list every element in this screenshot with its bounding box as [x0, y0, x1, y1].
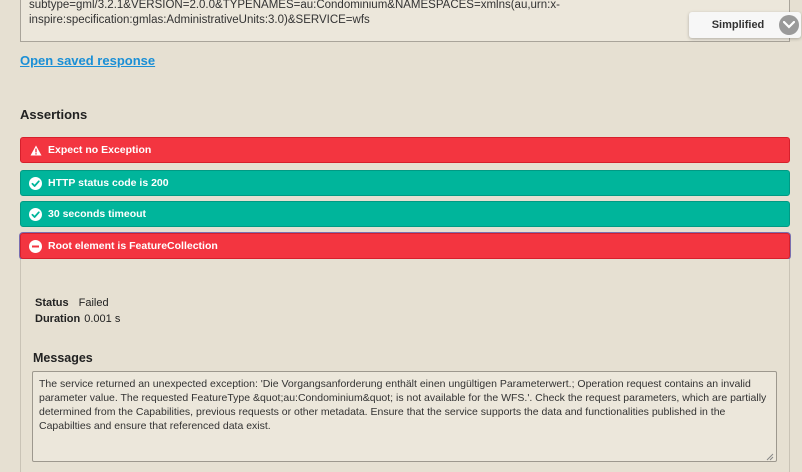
minus-circle-icon [29, 239, 42, 253]
chevron-down-icon[interactable] [779, 15, 799, 35]
assertion-label: 30 seconds timeout [48, 208, 147, 220]
assertion-label: Expect no Exception [48, 144, 152, 156]
check-circle-icon [29, 207, 42, 221]
status-row: Status Failed [35, 297, 109, 309]
view-mode-select[interactable]: Simplified [689, 12, 801, 38]
duration-row: Duration 0.001 s [35, 313, 120, 325]
status-value: Failed [78, 297, 109, 309]
view-mode-label: Simplified [711, 19, 765, 31]
assertion-label: HTTP status code is 200 [48, 177, 169, 189]
message-text: The service returned an unexpected excep… [39, 378, 767, 432]
request-url-line-1: subtype=gml/3.2.1&VERSION=2.0.0&TYPENAME… [29, 0, 560, 11]
messages-textarea[interactable]: The service returned an unexpected excep… [32, 371, 777, 462]
open-saved-response-link[interactable]: Open saved response [20, 53, 155, 68]
assertion-30-seconds-timeout[interactable]: 30 seconds timeout [20, 201, 790, 227]
duration-label: Duration [35, 313, 81, 325]
assertion-http-status-200[interactable]: HTTP status code is 200 [20, 170, 790, 196]
warning-icon [29, 144, 42, 157]
assertion-label: Root element is FeatureCollection [48, 240, 218, 252]
request-url-line-2: inspire:specification:gmlas:Administrati… [29, 14, 370, 26]
messages-heading: Messages [33, 351, 93, 365]
resize-grip-icon[interactable] [766, 451, 774, 461]
request-url-textarea[interactable]: subtype=gml/3.2.1&VERSION=2.0.0&TYPENAME… [20, 0, 790, 42]
assertions-heading: Assertions [20, 107, 88, 122]
assertion-root-element-featurecollection[interactable]: Root element is FeatureCollection [20, 233, 790, 259]
check-circle-icon [29, 176, 42, 190]
status-label: Status [35, 297, 69, 309]
duration-value: 0.001 s [84, 313, 121, 325]
assertion-expect-no-exception[interactable]: Expect no Exception [20, 137, 790, 163]
